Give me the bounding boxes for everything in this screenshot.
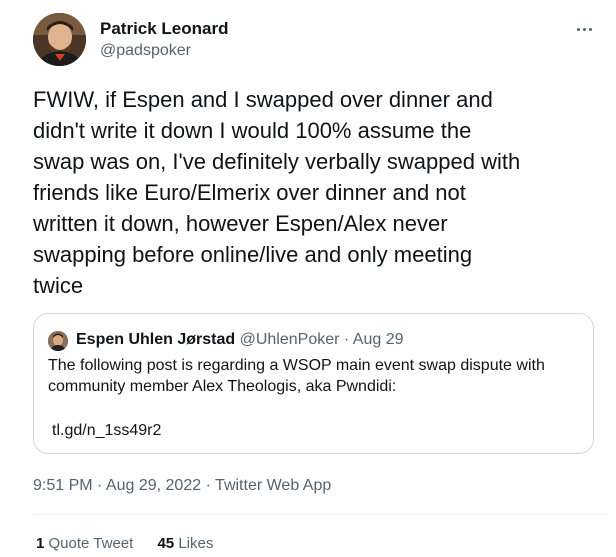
tweet-card: Patrick Leonard @padspoker FWIW, if Espe… (0, 0, 616, 557)
quoted-handle-date: @UhlenPoker · Aug 29 (239, 331, 404, 348)
tweet-text-line: written it down, however Espen/Alex neve… (33, 211, 448, 236)
tweet-text-line: friends like Euro/Elmerix over dinner an… (33, 180, 466, 205)
tweet-text: FWIW, if Espen and I swapped over dinner… (33, 84, 608, 301)
quoted-text-line: The following post is regarding a WSOP m… (48, 357, 545, 374)
quoted-display-name: Espen Uhlen Jørstad (76, 331, 236, 348)
tweet-text-line: FWIW, if Espen and I swapped over dinner… (33, 87, 493, 112)
author-handle[interactable]: @padspoker (100, 40, 229, 62)
tweet-text-line: twice (33, 273, 84, 298)
avatar-image (33, 13, 86, 66)
tweet-timestamp[interactable]: 9:51 PM · Aug 29, 2022 · Twitter Web App (33, 475, 331, 497)
more-options-button[interactable] (568, 17, 600, 41)
quoted-avatar-image (48, 331, 68, 351)
divider (33, 514, 608, 515)
quote-tweets-stat[interactable]: 1 Quote Tweet (36, 535, 133, 552)
quoted-tweet[interactable]: Espen Uhlen Jørstad @UhlenPoker · Aug 29… (33, 313, 594, 454)
quoted-author-avatar (48, 331, 68, 351)
more-horizontal-icon-dot (588, 27, 592, 31)
likes-stat[interactable]: 45 Likes (157, 535, 213, 552)
tweet-stats: 1 Quote Tweet 45 Likes (36, 534, 233, 554)
quoted-link[interactable]: tl.gd/n_1ss49r2 (52, 420, 161, 441)
quote-label: Quote Tweet (48, 535, 134, 552)
tweet-text-line: swap was on, I've definitely verbally sw… (33, 149, 521, 174)
more-horizontal-icon-dot (582, 27, 586, 31)
tweet-text-line: swapping before online/live and only mee… (33, 242, 473, 267)
author-avatar[interactable] (33, 13, 86, 66)
author-display-name[interactable]: Patrick Leonard (100, 18, 229, 40)
like-count: 45 (157, 535, 175, 552)
quoted-text: The following post is regarding a WSOP m… (48, 355, 583, 397)
more-horizontal-icon (576, 27, 580, 31)
quote-count: 1 (36, 535, 45, 552)
tweet-text-line: didn't write it down I would 100% assume… (33, 118, 472, 143)
quoted-header: Espen Uhlen Jørstad @UhlenPoker · Aug 29 (76, 329, 404, 351)
quoted-text-line: community member Alex Theologis, aka Pwn… (48, 378, 397, 395)
author-block: Patrick Leonard @padspoker (100, 18, 229, 62)
like-label: Likes (178, 535, 214, 552)
